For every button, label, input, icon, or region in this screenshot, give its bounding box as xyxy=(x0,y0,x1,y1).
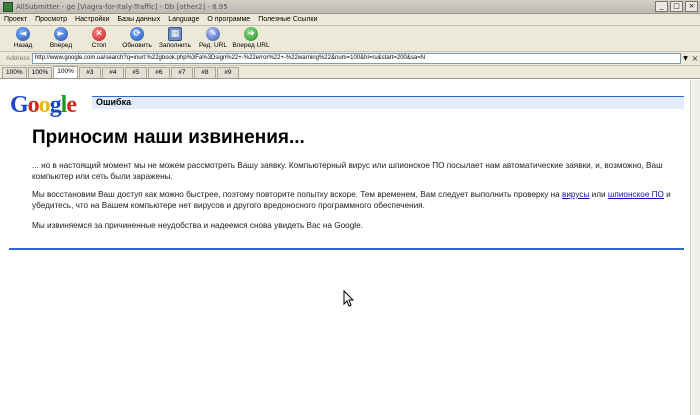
bottom-divider xyxy=(9,248,684,250)
menu-view[interactable]: Просмотр xyxy=(31,16,71,23)
fill-form-icon: ▦ xyxy=(168,27,182,41)
menu-project[interactable]: Проект xyxy=(0,16,31,23)
tab-bar: 100% 100% 100% #3 #4 #5 #6 #7 #8 #9 xyxy=(0,66,700,79)
forward-label: Вперед xyxy=(49,42,73,49)
fill-form-button[interactable]: ▦ Заполнить xyxy=(156,26,194,51)
google-logo[interactable]: Google xyxy=(10,92,77,118)
menu-useful-links[interactable]: Полезные Ссылки xyxy=(254,16,321,23)
edit-url-label: Ред. URL xyxy=(199,42,227,49)
logo-letter: G xyxy=(10,92,29,118)
maximize-button[interactable]: □ xyxy=(670,1,683,12)
menu-databases[interactable]: Базы данных xyxy=(113,16,164,23)
address-close-icon[interactable]: × xyxy=(690,53,700,64)
address-bar: Address http://www.google.com.ua/search?… xyxy=(0,52,700,66)
forward-arrow-icon: ► xyxy=(54,27,68,41)
menu-language[interactable]: Language xyxy=(164,16,203,23)
edit-url-icon: ✎ xyxy=(206,27,220,41)
refresh-label: Обновить xyxy=(122,42,152,49)
browser-content: Google Ошибка Приносим наши извинения...… xyxy=(0,80,690,415)
paragraph-1: ... но в настоящий момент мы не можем ра… xyxy=(32,161,663,181)
paragraph-2-text: или xyxy=(589,190,608,199)
close-button[interactable]: × xyxy=(685,1,698,12)
app-icon xyxy=(3,1,13,12)
paragraph-2: Мы восстановим Ваш доступ как можно быст… xyxy=(32,189,672,211)
next-url-icon: ➜ xyxy=(244,27,258,41)
tab-1[interactable]: 100% xyxy=(2,67,27,78)
back-arrow-icon: ◄ xyxy=(16,27,30,41)
forward-button[interactable]: ► Вперед xyxy=(42,26,80,51)
fill-form-label: Заполнить xyxy=(159,42,191,49)
vertical-scrollbar[interactable] xyxy=(690,80,700,415)
tab-8[interactable]: #7 xyxy=(170,67,193,78)
paragraph-3: Мы извиняемся за причиненные неудобства … xyxy=(32,221,363,230)
window-controls: _ □ × xyxy=(655,1,698,12)
next-url-label: Вперед URL xyxy=(232,42,270,49)
address-input[interactable]: http://www.google.com.ua/search?q=inurl:… xyxy=(31,53,682,64)
stop-label: Стоп xyxy=(91,42,107,49)
menu-settings[interactable]: Настройки xyxy=(71,16,113,23)
back-button[interactable]: ◄ Назад xyxy=(4,26,42,51)
refresh-icon: ⟳ xyxy=(130,27,144,41)
error-title: Ошибка xyxy=(96,97,132,107)
logo-letter: e xyxy=(66,92,77,118)
edit-url-button[interactable]: ✎ Ред. URL xyxy=(194,26,232,51)
spyware-link[interactable]: шпионское ПО xyxy=(608,190,664,199)
tab-6[interactable]: #5 xyxy=(124,67,147,78)
stop-icon: ✕ xyxy=(92,27,106,41)
tab-7[interactable]: #6 xyxy=(147,67,170,78)
menu-bar: Проект Просмотр Настройки Базы данных La… xyxy=(0,14,700,26)
logo-letter: o xyxy=(38,92,51,118)
address-dropdown-icon[interactable]: ▼ xyxy=(681,53,690,64)
tab-10[interactable]: #9 xyxy=(216,67,239,78)
address-label: Address xyxy=(6,55,30,62)
paragraph-2-text: Мы восстановим Ваш доступ как можно быст… xyxy=(32,190,562,199)
error-header-bar xyxy=(92,96,684,109)
back-label: Назад xyxy=(13,42,33,49)
tab-2[interactable]: 100% xyxy=(27,67,53,78)
virus-link[interactable]: вирусы xyxy=(562,190,589,199)
title-bar: AllSubmitter - ge [Viagra-for-Italy-Traf… xyxy=(0,0,700,14)
tab-9[interactable]: #8 xyxy=(193,67,216,78)
tab-5[interactable]: #4 xyxy=(101,67,124,78)
refresh-button[interactable]: ⟳ Обновить xyxy=(118,26,156,51)
stop-button[interactable]: ✕ Стоп xyxy=(80,26,118,51)
logo-letter: o xyxy=(27,92,40,118)
tab-4[interactable]: #3 xyxy=(78,67,101,78)
tab-3-active[interactable]: 100% xyxy=(53,66,78,78)
mouse-cursor-icon xyxy=(343,290,355,307)
menu-about[interactable]: О программе xyxy=(203,16,254,23)
minimize-button[interactable]: _ xyxy=(655,1,668,12)
page-heading: Приносим наши извинения... xyxy=(32,127,305,148)
window-title: AllSubmitter - ge [Viagra-for-Italy-Traf… xyxy=(16,2,228,11)
next-url-button[interactable]: ➜ Вперед URL xyxy=(232,26,270,51)
logo-letter: g xyxy=(49,92,62,118)
toolbar: ◄ Назад ► Вперед ✕ Стоп ⟳ Обновить ▦ Зап… xyxy=(0,26,700,52)
